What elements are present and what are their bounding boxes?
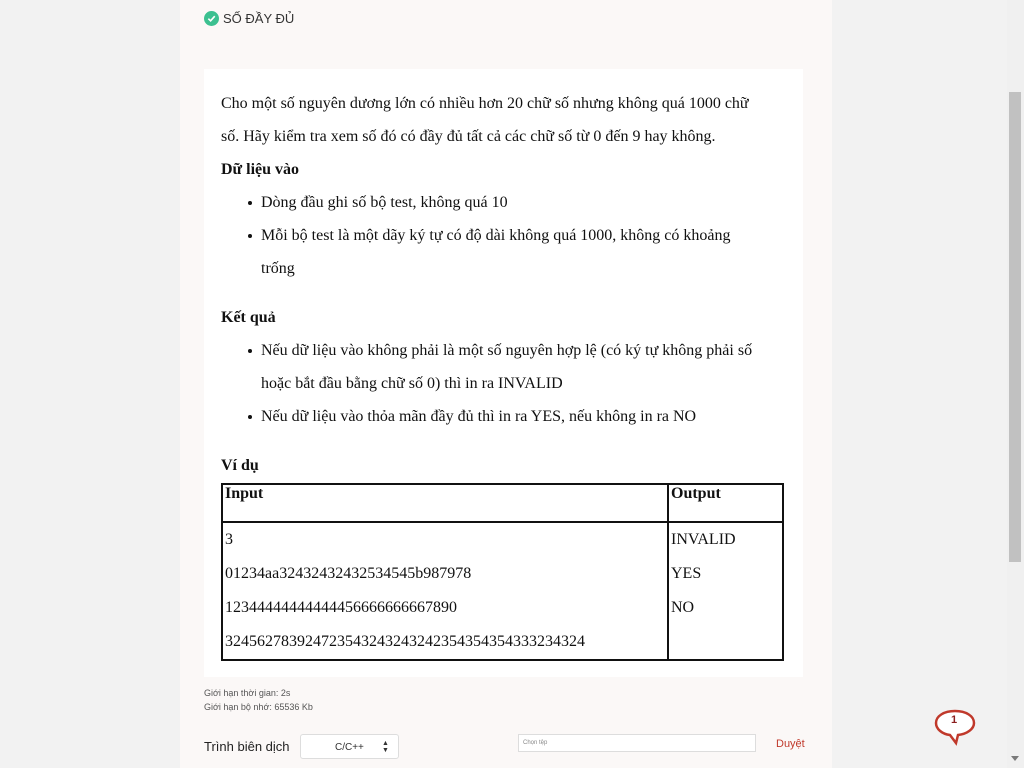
- problem-panel: SỐ ĐẦY ĐỦ Cho một số nguyên dương lớn có…: [180, 0, 832, 768]
- compiler-label: Trình biên dịch: [204, 739, 290, 754]
- statement-line: số. Hãy kiểm tra xem số đó có đầy đủ tất…: [221, 128, 716, 145]
- statement-line: Cho một số nguyên dương lớn có nhiều hơn…: [221, 95, 749, 112]
- input-heading: Dữ liệu vào: [221, 161, 300, 178]
- list-item-line: trống: [261, 260, 295, 277]
- list-item: Dòng đầu ghi số bộ test, không quá 10: [248, 186, 786, 219]
- list-item: Mỗi bộ test là một dãy ký tự có độ dài k…: [248, 219, 786, 285]
- list-item-line: Mỗi bộ test là một dãy ký tự có độ dài k…: [261, 227, 731, 244]
- list-item-line: hoặc bắt đầu bằng chữ số 0) thì in ra IN…: [261, 375, 563, 392]
- input-line: 12344444444444456666666667890: [225, 599, 457, 616]
- scroll-down-arrow-icon[interactable]: [1011, 756, 1019, 761]
- table-header-input: Input: [221, 483, 669, 523]
- time-limit: Giới hạn thời gian: 2s: [204, 688, 291, 698]
- output-line: NO: [671, 599, 695, 616]
- compiler-value: C/C++: [335, 742, 364, 753]
- output-cell: INVALID YES NO: [667, 521, 784, 661]
- table-header-row: Input Output: [221, 483, 784, 523]
- table-header-output: Output: [667, 483, 784, 523]
- table-row: 3 01234aa32432432432534545b987978 123444…: [221, 521, 784, 661]
- select-arrows-icon: ▲ ▼: [382, 740, 389, 754]
- output-list: Nếu dữ liệu vào không phải là một số ngu…: [221, 334, 786, 433]
- input-line: 3245627839247235432432432423543543543332…: [225, 633, 585, 650]
- input-list: Dòng đầu ghi số bộ test, không quá 10 Mỗ…: [221, 186, 786, 285]
- memory-limit: Giới hạn bộ nhớ: 65536 Kb: [204, 702, 313, 712]
- list-item: Nếu dữ liệu vào thỏa mãn đầy đủ thì in r…: [248, 400, 786, 433]
- input-cell: 3 01234aa32432432432534545b987978 123444…: [221, 521, 669, 661]
- output-line: YES: [671, 565, 702, 582]
- file-input[interactable]: Chọn tệp: [518, 734, 756, 752]
- chat-badge-count: 1: [951, 714, 958, 726]
- example-heading: Ví dụ: [221, 457, 259, 474]
- example-table: Input Output 3 01234aa32432432432534545b…: [221, 483, 784, 661]
- list-item: Nếu dữ liệu vào không phải là một số ngu…: [248, 334, 786, 400]
- problem-statement-card: Cho một số nguyên dương lớn có nhiều hơn…: [204, 69, 803, 677]
- check-circle-icon: [204, 10, 219, 26]
- browse-button[interactable]: Duyệt: [776, 738, 805, 750]
- list-item-line: Nếu dữ liệu vào không phải là một số ngu…: [261, 342, 753, 359]
- compiler-select[interactable]: C/C++ ▲ ▼: [300, 734, 399, 759]
- problem-title: SỐ ĐẦY ĐỦ: [223, 10, 295, 26]
- scrollbar[interactable]: [1007, 0, 1024, 768]
- problem-header: SỐ ĐẦY ĐỦ: [204, 8, 294, 28]
- output-line: INVALID: [671, 531, 736, 548]
- input-line: 01234aa32432432432534545b987978: [225, 565, 472, 582]
- chat-widget-button[interactable]: 1: [934, 708, 976, 746]
- input-line: 3: [225, 531, 233, 548]
- limits-info: Giới hạn thời gian: 2s Giới hạn bộ nhớ: …: [204, 686, 313, 714]
- output-heading: Kết quả: [221, 309, 276, 326]
- scrollbar-thumb[interactable]: [1009, 92, 1021, 562]
